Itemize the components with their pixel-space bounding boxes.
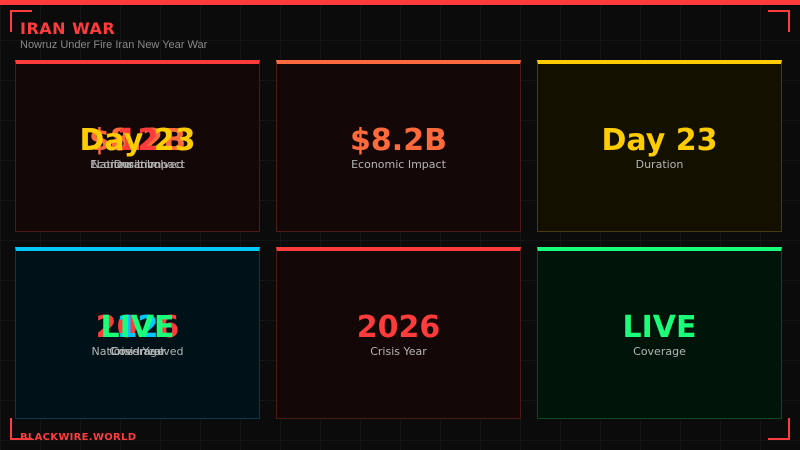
stacked-stats: 2026 Crisis Year 12 Nations Involved LIV…: [16, 309, 259, 359]
stat-card-crisis-year: 2026 Crisis Year: [276, 247, 521, 419]
footer-brand: BLACKWIRE.WORLD: [20, 432, 137, 443]
stat-value: Day 23: [79, 122, 196, 158]
stat-card-economic-impact: $8.2B Economic Impact: [276, 60, 521, 232]
stat-label: Economic Impact: [351, 157, 446, 171]
stat-label: Duration: [113, 157, 162, 171]
stat-content: $8.2B Economic Impact: [277, 122, 520, 172]
corner-bracket-top-right: [768, 10, 790, 32]
stat-value: 2026: [356, 309, 441, 345]
stat-card-duration: Day 23 Duration: [537, 60, 782, 232]
stat-card-stacked-top: $8.2B Economic Impact 12 Nations Involve…: [15, 60, 260, 232]
stacked-stats: $8.2B Economic Impact 12 Nations Involve…: [16, 122, 259, 172]
stat-value: Day 23: [601, 122, 718, 158]
dashboard-frame: IRAN WAR Nowruz Under Fire Iran New Year…: [0, 0, 800, 450]
stat-label: Coverage: [111, 344, 164, 358]
stat-value: $8.2B: [350, 122, 447, 158]
page-subtitle: Nowruz Under Fire Iran New Year War: [20, 39, 208, 51]
top-accent-bar: [0, 0, 800, 5]
stat-content: Day 23 Duration: [538, 122, 781, 172]
stacked-stat-layer: Day 23 Duration: [16, 122, 259, 172]
stat-label: Duration: [635, 157, 684, 171]
stat-card-stacked-bottom: 2026 Crisis Year 12 Nations Involved LIV…: [15, 247, 260, 419]
stat-content: 2026 Crisis Year: [277, 309, 520, 359]
stat-value: LIVE: [100, 309, 175, 345]
stat-content: LIVE Coverage: [538, 309, 781, 359]
stat-value: LIVE: [622, 309, 697, 345]
page-title: IRAN WAR: [20, 19, 116, 38]
stat-card-coverage: LIVE Coverage: [537, 247, 782, 419]
stacked-stat-layer: LIVE Coverage: [16, 309, 259, 359]
corner-bracket-bottom-right: [768, 418, 790, 440]
stat-label: Coverage: [633, 344, 686, 358]
stat-label: Crisis Year: [370, 344, 427, 358]
